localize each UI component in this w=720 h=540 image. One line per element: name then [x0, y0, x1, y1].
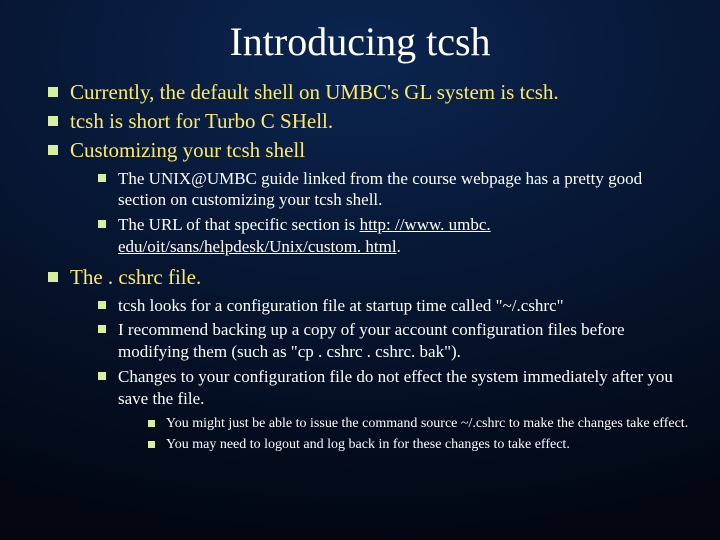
- bullet-icon: [148, 441, 155, 448]
- sub-sub-bullet: You may need to logout and log back in f…: [148, 436, 690, 454]
- bullet-icon: [148, 420, 155, 427]
- bullet-icon: [48, 116, 58, 126]
- bullet-text: You may need to logout and log back in f…: [166, 437, 570, 452]
- slide: Introducing tcsh Currently, the default …: [0, 0, 720, 455]
- bullet-4: The . cshrc file. tcsh looks for a confi…: [48, 264, 690, 455]
- bullet-text: Changes to your configuration file do no…: [118, 367, 673, 408]
- bullet-icon: [98, 372, 106, 380]
- bullet-text: You might just be able to issue the comm…: [166, 416, 688, 431]
- bullet-icon: [98, 220, 106, 228]
- bullet-text: The . cshrc file.: [70, 265, 201, 289]
- bullet-icon: [48, 272, 58, 282]
- bullet-text: tcsh is short for Turbo C SHell.: [70, 109, 333, 133]
- bullet-text: Currently, the default shell on UMBC's G…: [70, 80, 559, 104]
- bullet-text-pre: The URL of that specific section is: [118, 215, 360, 234]
- sub-bullet: I recommend backing up a copy of your ac…: [98, 319, 690, 363]
- bullet-icon: [48, 145, 58, 155]
- sub-list: The UNIX@UMBC guide linked from the cour…: [70, 168, 690, 258]
- sub-sub-list: You might just be able to issue the comm…: [118, 415, 690, 454]
- bullet-icon: [98, 174, 106, 182]
- bullet-list: Currently, the default shell on UMBC's G…: [30, 79, 690, 455]
- sub-sub-bullet: You might just be able to issue the comm…: [148, 415, 690, 433]
- bullet-3: Customizing your tcsh shell The UNIX@UMB…: [48, 137, 690, 258]
- bullet-text: The UNIX@UMBC guide linked from the cour…: [118, 169, 642, 210]
- bullet-1: Currently, the default shell on UMBC's G…: [48, 79, 690, 106]
- sub-bullet: tcsh looks for a configuration file at s…: [98, 295, 690, 317]
- bullet-icon: [98, 325, 106, 333]
- bullet-2: tcsh is short for Turbo C SHell.: [48, 108, 690, 135]
- slide-title: Introducing tcsh: [30, 18, 690, 65]
- bullet-text: I recommend backing up a copy of your ac…: [118, 320, 625, 361]
- bullet-icon: [98, 301, 106, 309]
- bullet-text-post: .: [397, 237, 401, 256]
- sub-bullet: Changes to your configuration file do no…: [98, 366, 690, 455]
- sub-bullet: The UNIX@UMBC guide linked from the cour…: [98, 168, 690, 212]
- bullet-text: tcsh looks for a configuration file at s…: [118, 296, 564, 315]
- bullet-icon: [48, 87, 58, 97]
- bullet-text: Customizing your tcsh shell: [70, 138, 305, 162]
- sub-list: tcsh looks for a configuration file at s…: [70, 295, 690, 455]
- sub-bullet: The URL of that specific section is http…: [98, 214, 690, 258]
